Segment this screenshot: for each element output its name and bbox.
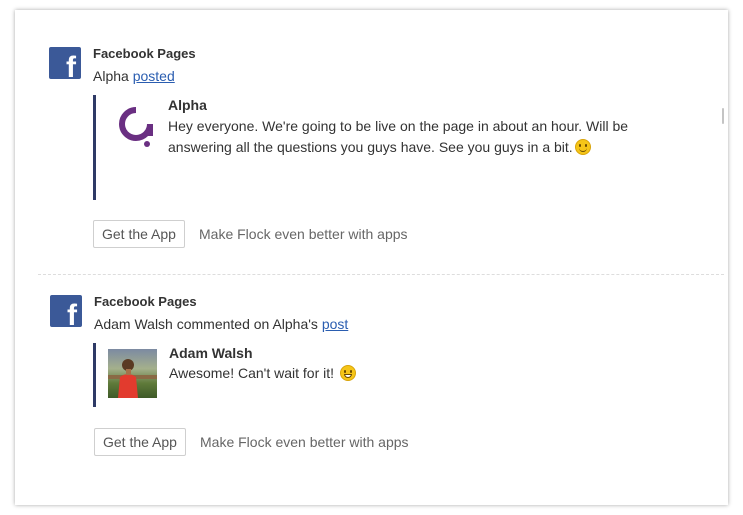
app-hint: Make Flock even better with apps [199,226,408,242]
grin-emoji [339,365,356,381]
facebook-icon: f [49,47,81,79]
post-link[interactable]: post [322,316,348,332]
message-action: Alpha posted [93,68,175,84]
facebook-icon: f [50,295,82,327]
get-app-button[interactable]: Get the App [93,220,185,248]
slight-smile-emoji [574,139,591,155]
post-text: Hey everyone. We're going to be live on … [168,116,668,158]
divider [38,274,724,275]
quoted-post [93,95,96,200]
post-author: Alpha [168,97,207,113]
action-text: Alpha [93,68,133,84]
app-name: Facebook Pages [93,46,196,61]
alpha-logo-icon [119,107,153,147]
comment-body: Awesome! Can't wait for it! [169,365,335,381]
get-app-button[interactable]: Get the App [94,428,186,456]
post-body: Hey everyone. We're going to be live on … [168,118,629,155]
quoted-comment [93,343,96,407]
avatar [108,349,157,398]
message-action: Adam Walsh commented on Alpha's post [94,316,348,332]
comment-text: Awesome! Can't wait for it! [169,363,669,384]
posted-link[interactable]: posted [133,68,175,84]
message-feed: f Facebook Pages Alpha posted Alpha Hey … [15,10,728,505]
action-text: Adam Walsh commented on Alpha's [94,316,322,332]
scrollbar[interactable] [722,108,724,124]
comment-author: Adam Walsh [169,345,253,361]
app-hint: Make Flock even better with apps [200,434,409,450]
app-name: Facebook Pages [94,294,197,309]
